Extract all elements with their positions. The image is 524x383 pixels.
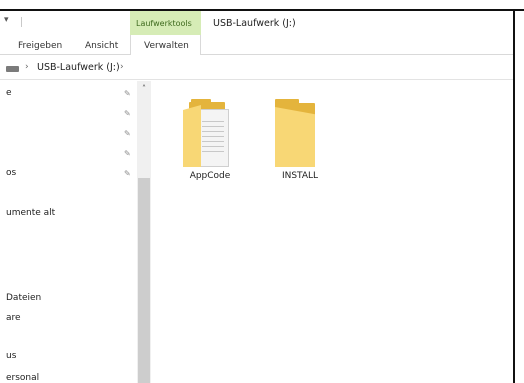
navigation-pane <box>0 81 150 383</box>
pin-icon[interactable]: ✎ <box>124 89 131 98</box>
breadcrumb-chevron-icon[interactable]: › <box>25 62 29 72</box>
window-border-top <box>0 9 524 11</box>
tab-freigeben[interactable]: Freigeben <box>18 41 62 51</box>
folder-item-install[interactable]: INSTALL <box>255 95 335 190</box>
nav-item[interactable]: are <box>6 313 21 323</box>
pin-icon[interactable]: ✎ <box>124 129 131 138</box>
breadcrumb-chevron-icon[interactable]: › <box>120 62 124 72</box>
drive-icon <box>6 66 19 72</box>
tab-verwalten[interactable]: Verwalten <box>144 41 189 51</box>
nav-item[interactable]: ersonal <box>6 373 39 383</box>
scrollbar-thumb[interactable] <box>138 178 150 383</box>
folder-name: INSTALL <box>281 171 319 181</box>
nav-item[interactable]: os <box>6 168 16 178</box>
scroll-up-icon[interactable]: ˄ <box>137 83 151 95</box>
nav-item[interactable]: e <box>6 88 12 98</box>
pin-icon[interactable]: ✎ <box>124 109 131 118</box>
window-border-right <box>513 9 515 383</box>
ribbon-tabs <box>0 35 513 55</box>
folder-documents-icon <box>183 99 233 169</box>
pin-icon[interactable]: ✎ <box>124 149 131 158</box>
window-title: USB-Laufwerk (J:) <box>213 18 296 29</box>
folder-icon <box>273 99 323 169</box>
folder-name: AppCode <box>189 171 231 181</box>
nav-item[interactable]: umente alt <box>6 208 55 218</box>
pin-icon[interactable]: ✎ <box>124 169 131 178</box>
title-separator <box>21 17 22 27</box>
quick-access-icon[interactable]: ▾ <box>4 15 9 25</box>
nav-item[interactable]: us <box>6 351 16 361</box>
folder-item-appcode[interactable]: AppCode <box>170 95 250 190</box>
nav-item[interactable]: Dateien <box>6 293 41 303</box>
breadcrumb-usb-drive[interactable]: USB-Laufwerk (J:) <box>37 62 120 73</box>
tab-ansicht[interactable]: Ansicht <box>85 41 118 51</box>
context-tab-group-label: Laufwerktools <box>136 19 192 28</box>
explorer-window: ▾ Laufwerktools USB-Laufwerk (J:) Freige… <box>0 0 524 383</box>
